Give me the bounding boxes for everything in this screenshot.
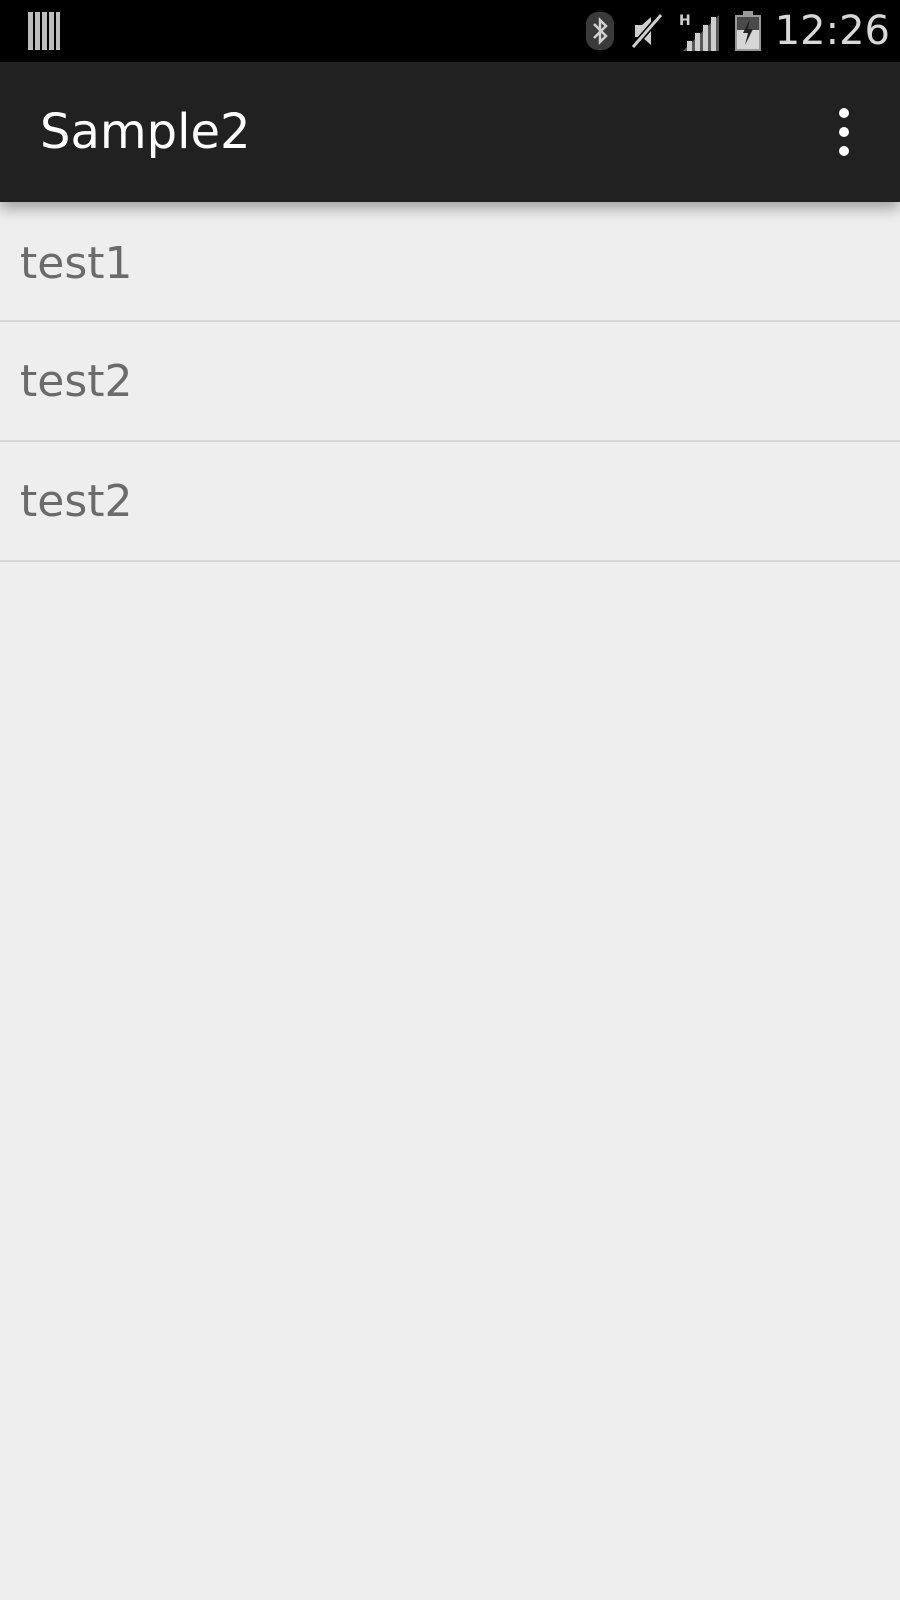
list-item[interactable]: test2 <box>0 442 900 562</box>
overflow-menu-icon[interactable] <box>832 108 856 156</box>
battery-charging-icon <box>734 11 761 51</box>
svg-text:H: H <box>679 13 691 29</box>
list-item[interactable]: test2 <box>0 322 900 442</box>
list-item[interactable]: test1 <box>0 200 900 322</box>
app-title: Sample2 <box>40 104 251 160</box>
muted-icon <box>629 11 665 51</box>
item-list: test1 test2 test2 <box>0 202 900 562</box>
notification-bars-icon <box>28 12 60 50</box>
status-bar: H 12:26 <box>0 0 900 62</box>
status-time: 12:26 <box>774 8 890 54</box>
action-bar: Sample2 <box>0 62 900 202</box>
signal-h-icon: H <box>679 11 721 51</box>
status-icons: H 12:26 <box>585 0 890 62</box>
bluetooth-icon <box>585 11 615 51</box>
